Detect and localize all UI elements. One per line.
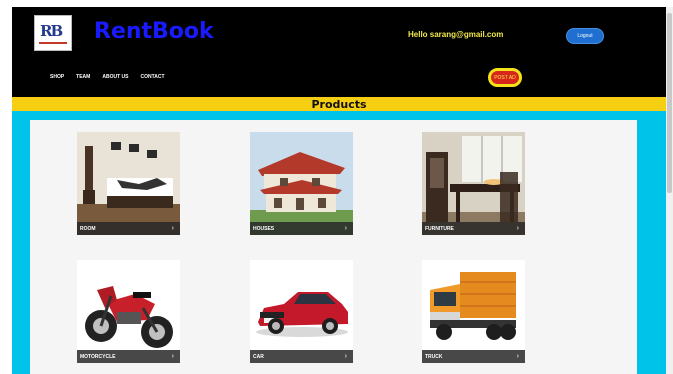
brand-name[interactable]: RentBook [94,19,214,44]
vertical-scrollbar[interactable] [666,7,673,374]
chevron-right-icon: › [516,225,519,232]
site-header: RB RentBook Hello sarang@gmail.com Logou… [12,7,666,97]
content-area: ROOM › HOUSES › FURNITURE › MOTORCYCLE ›… [12,111,666,374]
logo-text: RB [40,22,63,40]
product-name-houses: HOUSES [253,225,275,232]
furniture-image [422,132,525,235]
motorcycle-image [77,260,180,363]
chevron-right-icon: › [171,353,174,360]
section-title: Products [311,97,367,111]
house-image [250,132,353,235]
logo-underline [39,42,67,44]
main-nav: SHOP TEAM ABOUT US CONTACT [50,74,165,80]
chevron-right-icon: › [344,353,347,360]
scrollbar-thumb[interactable] [667,13,672,193]
chevron-right-icon: › [171,225,174,232]
product-card-truck[interactable]: TRUCK › [422,260,525,363]
product-name-motorcycle: MOTORCYCLE [80,353,116,360]
truck-image [422,260,525,363]
product-name-car: CAR [253,353,264,360]
product-label-car: CAR › [250,350,353,363]
product-name-truck: TRUCK [425,353,443,360]
product-card-furniture[interactable]: FURNITURE › [422,132,525,235]
product-label-room: ROOM › [77,222,180,235]
product-label-houses: HOUSES › [250,222,353,235]
product-name-room: ROOM [80,225,96,232]
chevron-right-icon: › [344,225,347,232]
nav-about-us[interactable]: ABOUT US [102,74,128,80]
product-card-houses[interactable]: HOUSES › [250,132,353,235]
logout-button[interactable]: Logout [566,28,604,44]
product-label-truck: TRUCK › [422,350,525,363]
nav-contact[interactable]: CONTACT [140,74,164,80]
product-card-car[interactable]: CAR › [250,260,353,363]
product-label-motorcycle: MOTORCYCLE › [77,350,180,363]
product-card-motorcycle[interactable]: MOTORCYCLE › [77,260,180,363]
nav-team[interactable]: TEAM [76,74,90,80]
page: RB RentBook Hello sarang@gmail.com Logou… [12,7,666,374]
user-greeting: Hello sarang@gmail.com [408,30,504,39]
product-label-furniture: FURNITURE › [422,222,525,235]
room-image [77,132,180,235]
chevron-right-icon: › [516,353,519,360]
product-card-room[interactable]: ROOM › [77,132,180,235]
nav-shop[interactable]: SHOP [50,74,64,80]
post-ad-button[interactable]: POST AD [488,68,522,87]
section-title-bar: Products [12,97,666,111]
site-logo[interactable]: RB [34,15,72,51]
car-image [250,260,353,363]
products-panel: ROOM › HOUSES › FURNITURE › MOTORCYCLE ›… [30,120,637,374]
product-name-furniture: FURNITURE [425,225,454,232]
